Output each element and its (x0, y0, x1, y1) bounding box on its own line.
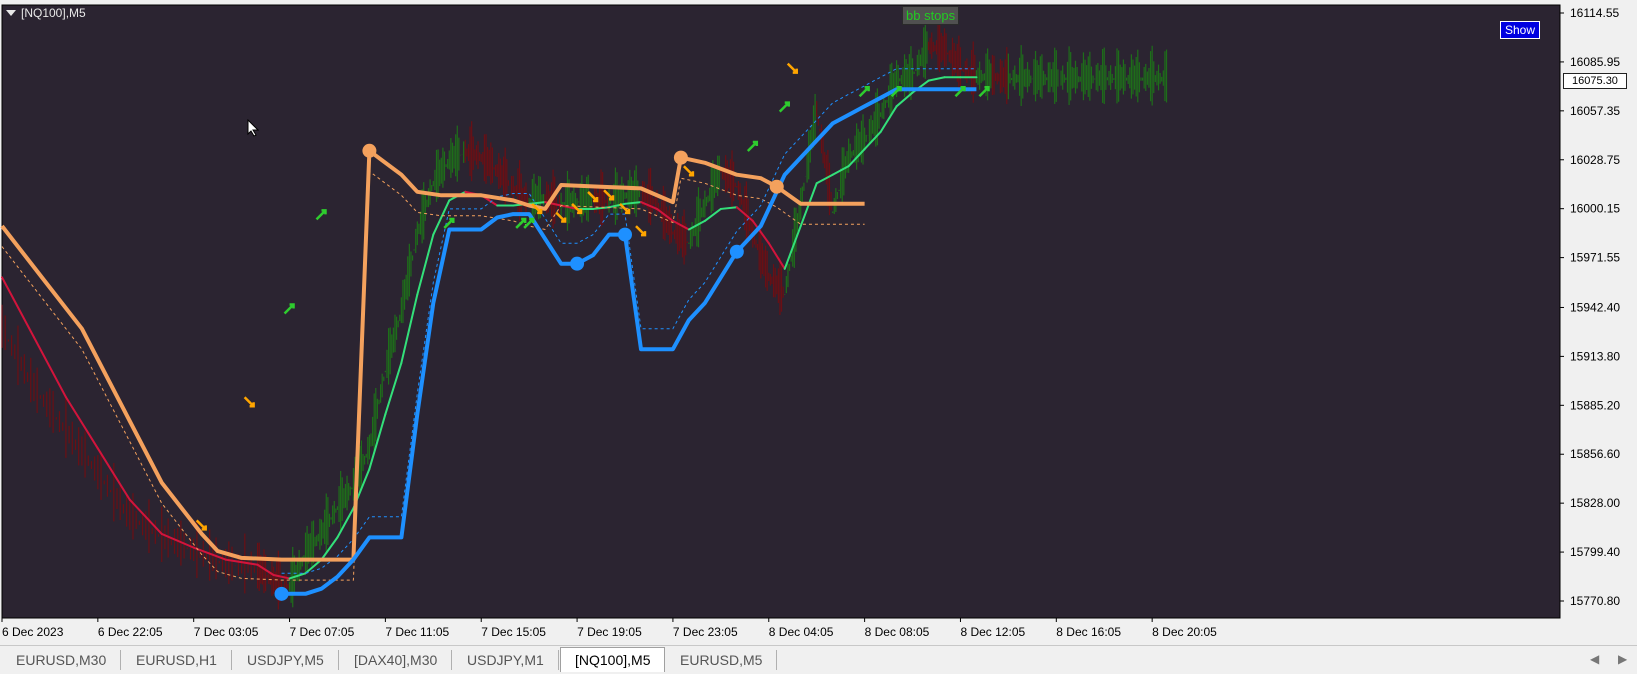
tab-usdjpy-m1[interactable]: USDJPY,M1 (453, 650, 559, 670)
y-axis-tick-label: 15856.60 (1570, 447, 1620, 461)
x-axis-tick-label: 6 Dec 2023 (2, 625, 64, 639)
x-axis-tick-label: 6 Dec 22:05 (98, 625, 163, 639)
x-axis-tick-label: 8 Dec 04:05 (769, 625, 834, 639)
y-axis-tick-label: 16028.75 (1570, 153, 1620, 167)
y-axis-tick-label: 15913.80 (1570, 349, 1620, 363)
upper-stop-start-dot (769, 179, 784, 194)
tab-eurusd-m30[interactable]: EURUSD,M30 (2, 650, 122, 670)
y-axis-tick-label: 15885.20 (1570, 398, 1620, 412)
tabs-scroll-left-icon[interactable]: ◀ (1590, 652, 1599, 666)
lower-stop-start-dot (274, 586, 289, 601)
y-axis-tick-label: 16000.15 (1570, 202, 1620, 216)
y-axis-tick-label: 15828.00 (1570, 496, 1620, 510)
collapse-triangle-icon[interactable] (6, 10, 16, 16)
chart-symbol-label[interactable]: [NQ100],M5 (6, 6, 86, 20)
x-axis-tick-label: 8 Dec 08:05 (865, 625, 930, 639)
chart-window[interactable]: 16114.55 16085.95 16057.35 16028.75 16000.15… (0, 0, 1637, 645)
tabs-scroll-right-icon[interactable]: ▶ (1618, 652, 1627, 666)
lower-stop-start-dot (729, 244, 744, 259)
x-axis-tick-label: 7 Dec 15:05 (481, 625, 546, 639)
lower-stop-start-dot (618, 227, 632, 242)
tab--nq100-m5[interactable]: [NQ100],M5 (560, 647, 666, 672)
tab-eurusd-h1[interactable]: EURUSD,H1 (122, 650, 232, 670)
y-axis-tick-label: 15971.55 (1570, 251, 1620, 265)
tab-eurusd-m5[interactable]: EURUSD,M5 (666, 650, 778, 670)
x-axis-tick-label: 8 Dec 16:05 (1056, 625, 1121, 639)
y-axis-tick-label: 16057.35 (1570, 104, 1620, 118)
upper-stop-start-dot (362, 143, 377, 158)
indicator-name-label: bb stops (902, 6, 960, 25)
x-axis-tick-label: 7 Dec 19:05 (577, 625, 642, 639)
show-button[interactable]: Show (1500, 21, 1541, 39)
y-axis-tick-label: 16085.95 (1570, 55, 1620, 69)
tab-usdjpy-m5[interactable]: USDJPY,M5 (233, 650, 339, 670)
y-axis-tick-label: 15799.40 (1570, 545, 1620, 559)
chart-tabs-bar: EURUSD,M30 EURUSD,H1 USDJPY,M5 [DAX40],M30 U… (0, 645, 1637, 674)
x-axis-tick-label: 8 Dec 20:05 (1152, 625, 1217, 639)
x-axis-tick-label: 7 Dec 23:05 (673, 625, 738, 639)
x-axis-tick-label: 8 Dec 12:05 (960, 625, 1025, 639)
x-axis-tick-label: 7 Dec 11:05 (385, 625, 449, 639)
symbol-text: [NQ100],M5 (21, 6, 86, 20)
lower-stop-start-dot (570, 256, 585, 271)
x-axis-tick-label: 7 Dec 03:05 (194, 625, 259, 639)
upper-stop-start-dot (673, 150, 688, 165)
y-axis-tick-label: 15770.80 (1570, 594, 1620, 608)
current-price-tag: 16075.30 (1563, 73, 1627, 89)
x-axis-tick-label: 7 Dec 07:05 (290, 625, 355, 639)
price-chart[interactable]: 16114.55 16085.95 16057.35 16028.75 16000.15… (0, 0, 1637, 645)
y-axis-tick-label: 16114.55 (1570, 6, 1619, 20)
y-axis-tick-label: 15942.40 (1570, 300, 1620, 314)
tab--dax40-m30[interactable]: [DAX40],M30 (340, 650, 453, 670)
mouse-cursor-icon (247, 118, 260, 142)
